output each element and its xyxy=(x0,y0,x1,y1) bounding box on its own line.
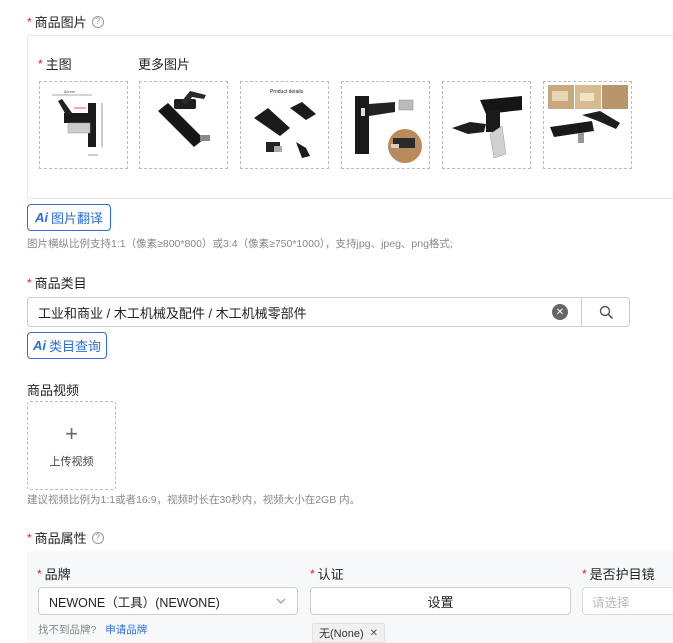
category-section-label: * 商品类目 xyxy=(27,275,87,292)
svg-text:80mm: 80mm xyxy=(64,89,76,94)
category-input-value: 工业和商业 / 木工机械及配件 / 木工机械零部件 xyxy=(38,305,307,321)
images-label-text: 商品图片 xyxy=(34,15,87,30)
clear-icon[interactable]: ✕ xyxy=(552,304,568,320)
certification-settings-button[interactable]: 设置 xyxy=(310,587,571,615)
eye-protection-select[interactable]: 请选择 xyxy=(582,587,673,615)
plus-icon: + xyxy=(65,420,78,446)
certification-tag: 无(None) ✕ xyxy=(312,623,386,643)
upload-video-label: 上传视频 xyxy=(49,455,94,468)
search-icon xyxy=(599,305,613,319)
ai-icon: Ai xyxy=(34,210,48,225)
eye-protection-label: * 是否护目镜 xyxy=(582,566,655,583)
product-image: Product details xyxy=(253,89,316,158)
required-marker: * xyxy=(310,566,315,581)
more-image-thumbnail-4[interactable] xyxy=(442,81,531,169)
product-image xyxy=(451,96,522,159)
images-section-label: * 商品图片 ? xyxy=(27,12,104,31)
more-image-thumbnail-5[interactable] xyxy=(543,81,632,169)
video-section-label: 商品视频 xyxy=(27,383,80,398)
svg-text:Product details: Product details xyxy=(270,89,304,95)
ai-category-query-button[interactable]: Ai 类目查询 xyxy=(27,332,107,359)
ai-icon: Ai xyxy=(32,338,46,353)
images-hint: 图片横纵比例支持1:1（像素≥800*800）或3:4（像素≥750*1000）… xyxy=(27,238,453,250)
product-image xyxy=(157,91,210,147)
category-input[interactable]: 工业和商业 / 木工机械及配件 / 木工机械零部件 ✕ xyxy=(27,297,630,327)
apply-brand-link[interactable]: 申请品牌 xyxy=(105,624,147,636)
help-icon[interactable]: ? xyxy=(91,15,104,28)
certification-label: * 认证 xyxy=(310,566,344,583)
video-upload-box[interactable]: + 上传视频 xyxy=(27,401,116,490)
video-hint: 建议视频比例为1:1或者16:9，视频时长在30秒内，视频大小在2GB 内。 xyxy=(27,494,361,506)
more-image-thumbnail-1[interactable] xyxy=(139,81,228,169)
required-marker: * xyxy=(27,530,32,545)
product-image xyxy=(547,85,628,143)
help-icon[interactable]: ? xyxy=(91,531,104,544)
chevron-down-icon xyxy=(276,598,286,604)
brand-select-value: NEWONE（工具）(NEWONE) xyxy=(49,595,220,610)
required-marker: * xyxy=(37,566,42,581)
close-icon[interactable]: ✕ xyxy=(370,628,378,639)
main-image-label: * 主图 xyxy=(38,56,72,73)
product-image: 80mm xyxy=(51,89,102,156)
brand-label: * 品牌 xyxy=(37,566,71,583)
required-marker: * xyxy=(582,566,587,581)
brand-help-row: 找不到品牌? 申请品牌 xyxy=(38,622,147,637)
more-image-thumbnail-3[interactable] xyxy=(341,81,430,169)
required-marker: * xyxy=(27,14,32,29)
product-image xyxy=(354,96,422,163)
required-marker: * xyxy=(38,56,43,71)
required-marker: * xyxy=(27,275,32,290)
attributes-section-label: * 商品属性 ? xyxy=(27,528,104,547)
search-button[interactable] xyxy=(581,298,629,326)
more-images-label: 更多图片 xyxy=(138,57,191,72)
brand-select[interactable]: NEWONE（工具）(NEWONE) xyxy=(38,587,298,615)
main-image-thumbnail[interactable]: 80mm xyxy=(39,81,128,169)
brand-not-found-text: 找不到品牌? xyxy=(38,624,97,636)
ai-image-translate-button[interactable]: Ai 图片翻译 xyxy=(27,204,111,231)
more-image-thumbnail-2[interactable]: Product details xyxy=(240,81,329,169)
